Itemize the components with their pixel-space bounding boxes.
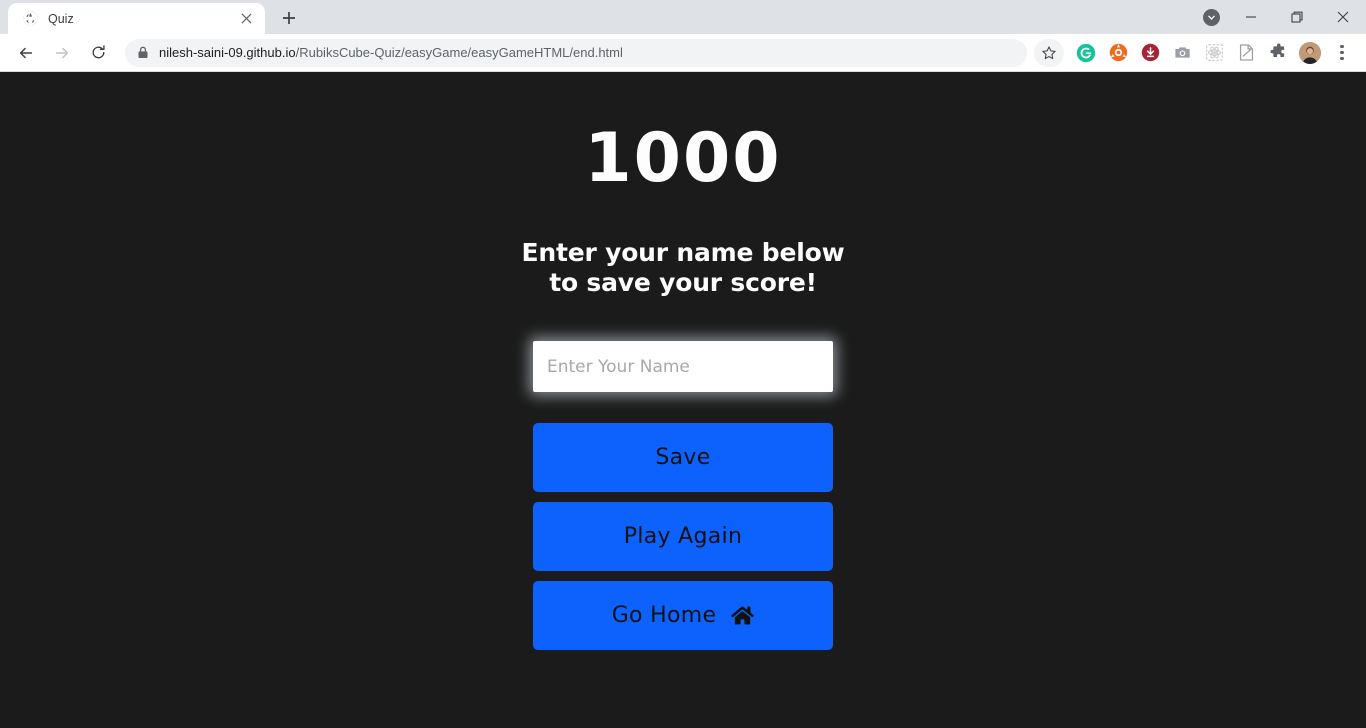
url-path: /RubiksCube-Quiz/easyGame/easyGameHTML/e… [295, 45, 623, 60]
lock-icon [137, 46, 149, 59]
note-extension-icon[interactable] [1233, 40, 1259, 66]
react-devtools-icon [1201, 40, 1227, 66]
tab-title: Quiz [48, 11, 74, 26]
chevron-down-icon[interactable] [1194, 0, 1228, 34]
maximize-icon[interactable] [1274, 0, 1320, 34]
reload-icon[interactable] [83, 38, 113, 68]
browser-tab-quiz[interactable]: Quiz [8, 3, 265, 34]
name-input[interactable] [533, 341, 833, 392]
grammarly-icon[interactable] [1073, 40, 1099, 66]
save-button-label: Save [655, 445, 711, 470]
home-icon [731, 604, 755, 627]
address-bar[interactable]: nilesh-saini-09.github.io/RubiksCube-Qui… [125, 38, 1027, 67]
page-subtitle: Enter your name below to save your score… [521, 238, 845, 297]
screenshot-camera-icon[interactable] [1169, 40, 1195, 66]
play-again-button[interactable]: Play Again [533, 502, 833, 571]
browser-window: Quiz nilesh-saini-09.github.io/RubiksCub… [0, 0, 1366, 728]
puzzle-extensions-icon[interactable] [1265, 40, 1291, 66]
user-avatar[interactable] [1297, 40, 1323, 66]
window-controls [1194, 0, 1366, 34]
forward-arrow-icon [47, 38, 77, 68]
three-dot-menu-icon[interactable] [1329, 40, 1355, 66]
play-again-button-label: Play Again [623, 524, 743, 549]
url-domain: nilesh-saini-09.github.io [159, 45, 296, 60]
minimize-icon[interactable] [1228, 0, 1274, 34]
window-close-icon[interactable] [1320, 0, 1366, 34]
url-text: nilesh-saini-09.github.io/RubiksCube-Qui… [159, 45, 623, 60]
tab-strip: Quiz [0, 0, 1366, 34]
page-viewport: 1000 Enter your name below to save your … [0, 72, 1366, 728]
download-extension-icon[interactable] [1137, 40, 1163, 66]
close-icon[interactable] [237, 10, 255, 28]
score-display: 1000 [584, 119, 782, 198]
new-tab-button[interactable] [275, 4, 303, 32]
orange-extension-icon[interactable] [1105, 40, 1131, 66]
globe-icon [22, 10, 39, 27]
save-button[interactable]: Save [533, 423, 833, 492]
go-home-button-label: Go Home [611, 603, 717, 628]
back-arrow-icon[interactable] [11, 38, 41, 68]
go-home-button[interactable]: Go Home [533, 581, 833, 650]
browser-toolbar: nilesh-saini-09.github.io/RubiksCube-Qui… [0, 34, 1366, 72]
bookmark-star-icon[interactable] [1034, 38, 1064, 67]
